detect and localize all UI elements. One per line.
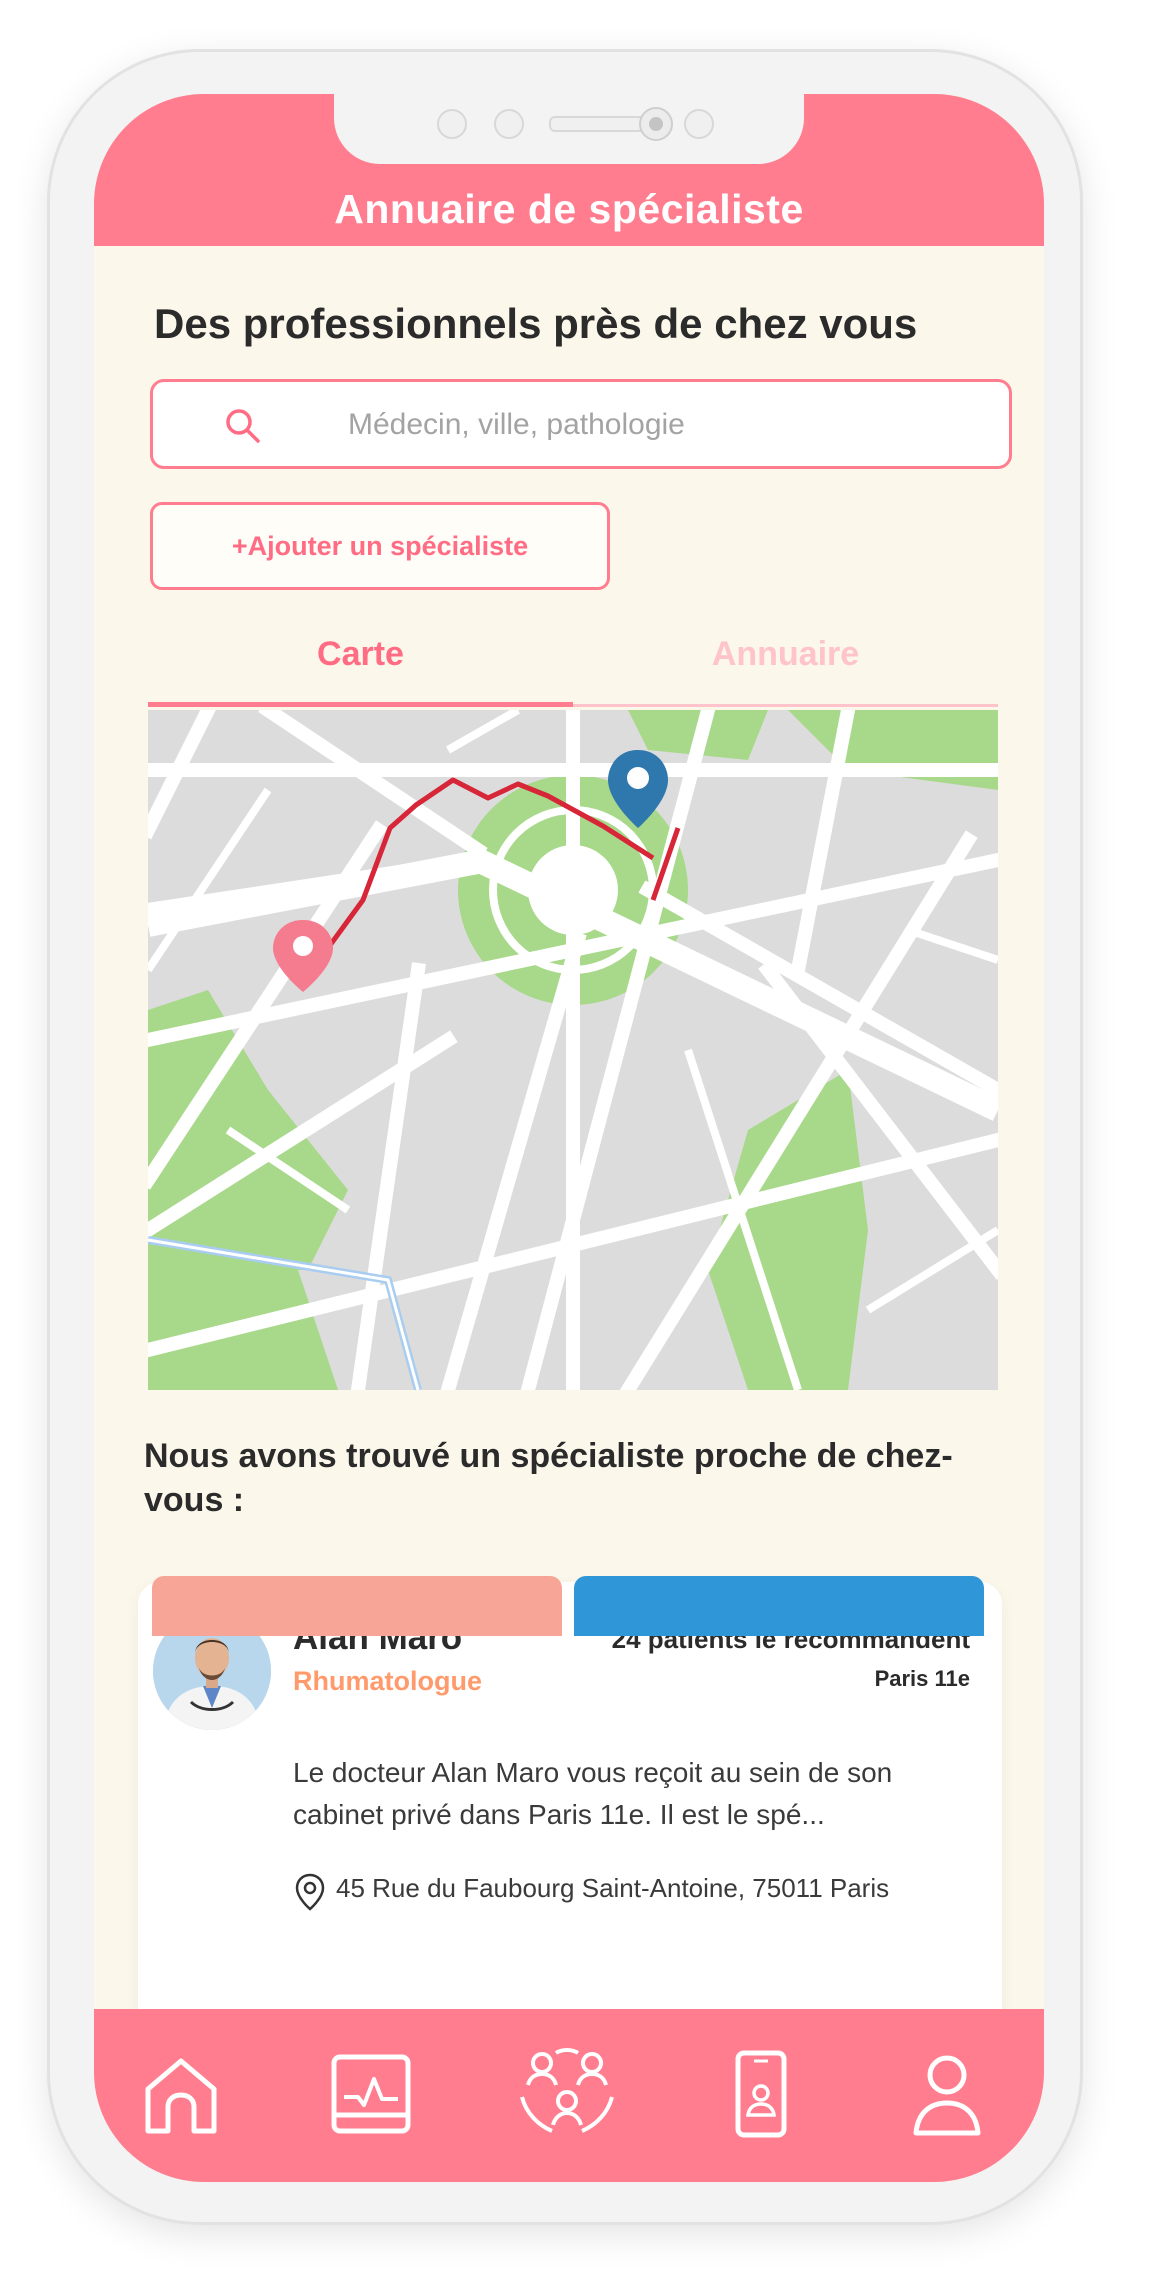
section-heading: Des professionnels près de chez vous <box>154 300 918 347</box>
sensor-dot <box>437 109 467 139</box>
tab-annuaire[interactable]: Annuaire <box>573 614 998 710</box>
view-tabs: Carte Annuaire <box>148 614 998 714</box>
app-screen: Annuaire de spécialiste Des professionne… <box>94 94 1044 2182</box>
search-icon <box>226 409 260 443</box>
location-pin-icon <box>295 1873 325 1911</box>
tab-carte[interactable]: Carte <box>148 614 573 710</box>
page-title: Annuaire de spécialiste <box>334 186 804 232</box>
specialist-address: 45 Rue du Faubourg Saint-Antoine, 75011 … <box>336 1873 890 1903</box>
specialist-card[interactable]: Alan Maro Rhumatologue 24 patients le re… <box>138 1582 1002 2052</box>
sensor-dot <box>494 109 524 139</box>
card-action-button-left[interactable] <box>152 1576 562 1636</box>
map-view[interactable] <box>148 710 998 1390</box>
add-specialist-button[interactable]: +Ajouter un spécialiste <box>150 502 610 590</box>
search-placeholder: Médecin, ville, pathologie <box>348 408 685 441</box>
results-heading: Nous avons trouvé un spécialiste proche … <box>144 1437 953 1519</box>
health-chart-icon[interactable] <box>326 2049 416 2139</box>
front-camera <box>639 107 673 141</box>
profile-icon[interactable] <box>902 2049 992 2139</box>
specialist-description: Le docteur Alan Maro vous reçoit au sein… <box>293 1757 893 1830</box>
app-header: Annuaire de spécialiste <box>94 94 1044 246</box>
map-canvas <box>148 710 998 1390</box>
specialist-district: Paris 11e <box>874 1666 970 1691</box>
bottom-navbar <box>94 2009 1044 2182</box>
search-input[interactable]: Médecin, ville, pathologie <box>150 379 1012 469</box>
card-action-button-right[interactable] <box>574 1576 984 1636</box>
sensor-dot <box>684 109 714 139</box>
community-icon[interactable] <box>512 2041 622 2141</box>
phone-contact-icon[interactable] <box>716 2049 806 2139</box>
home-icon[interactable] <box>136 2049 226 2139</box>
tab-active-indicator <box>148 702 573 707</box>
phone-notch <box>334 94 804 164</box>
specialist-specialty: Rhumatologue <box>293 1666 482 1696</box>
